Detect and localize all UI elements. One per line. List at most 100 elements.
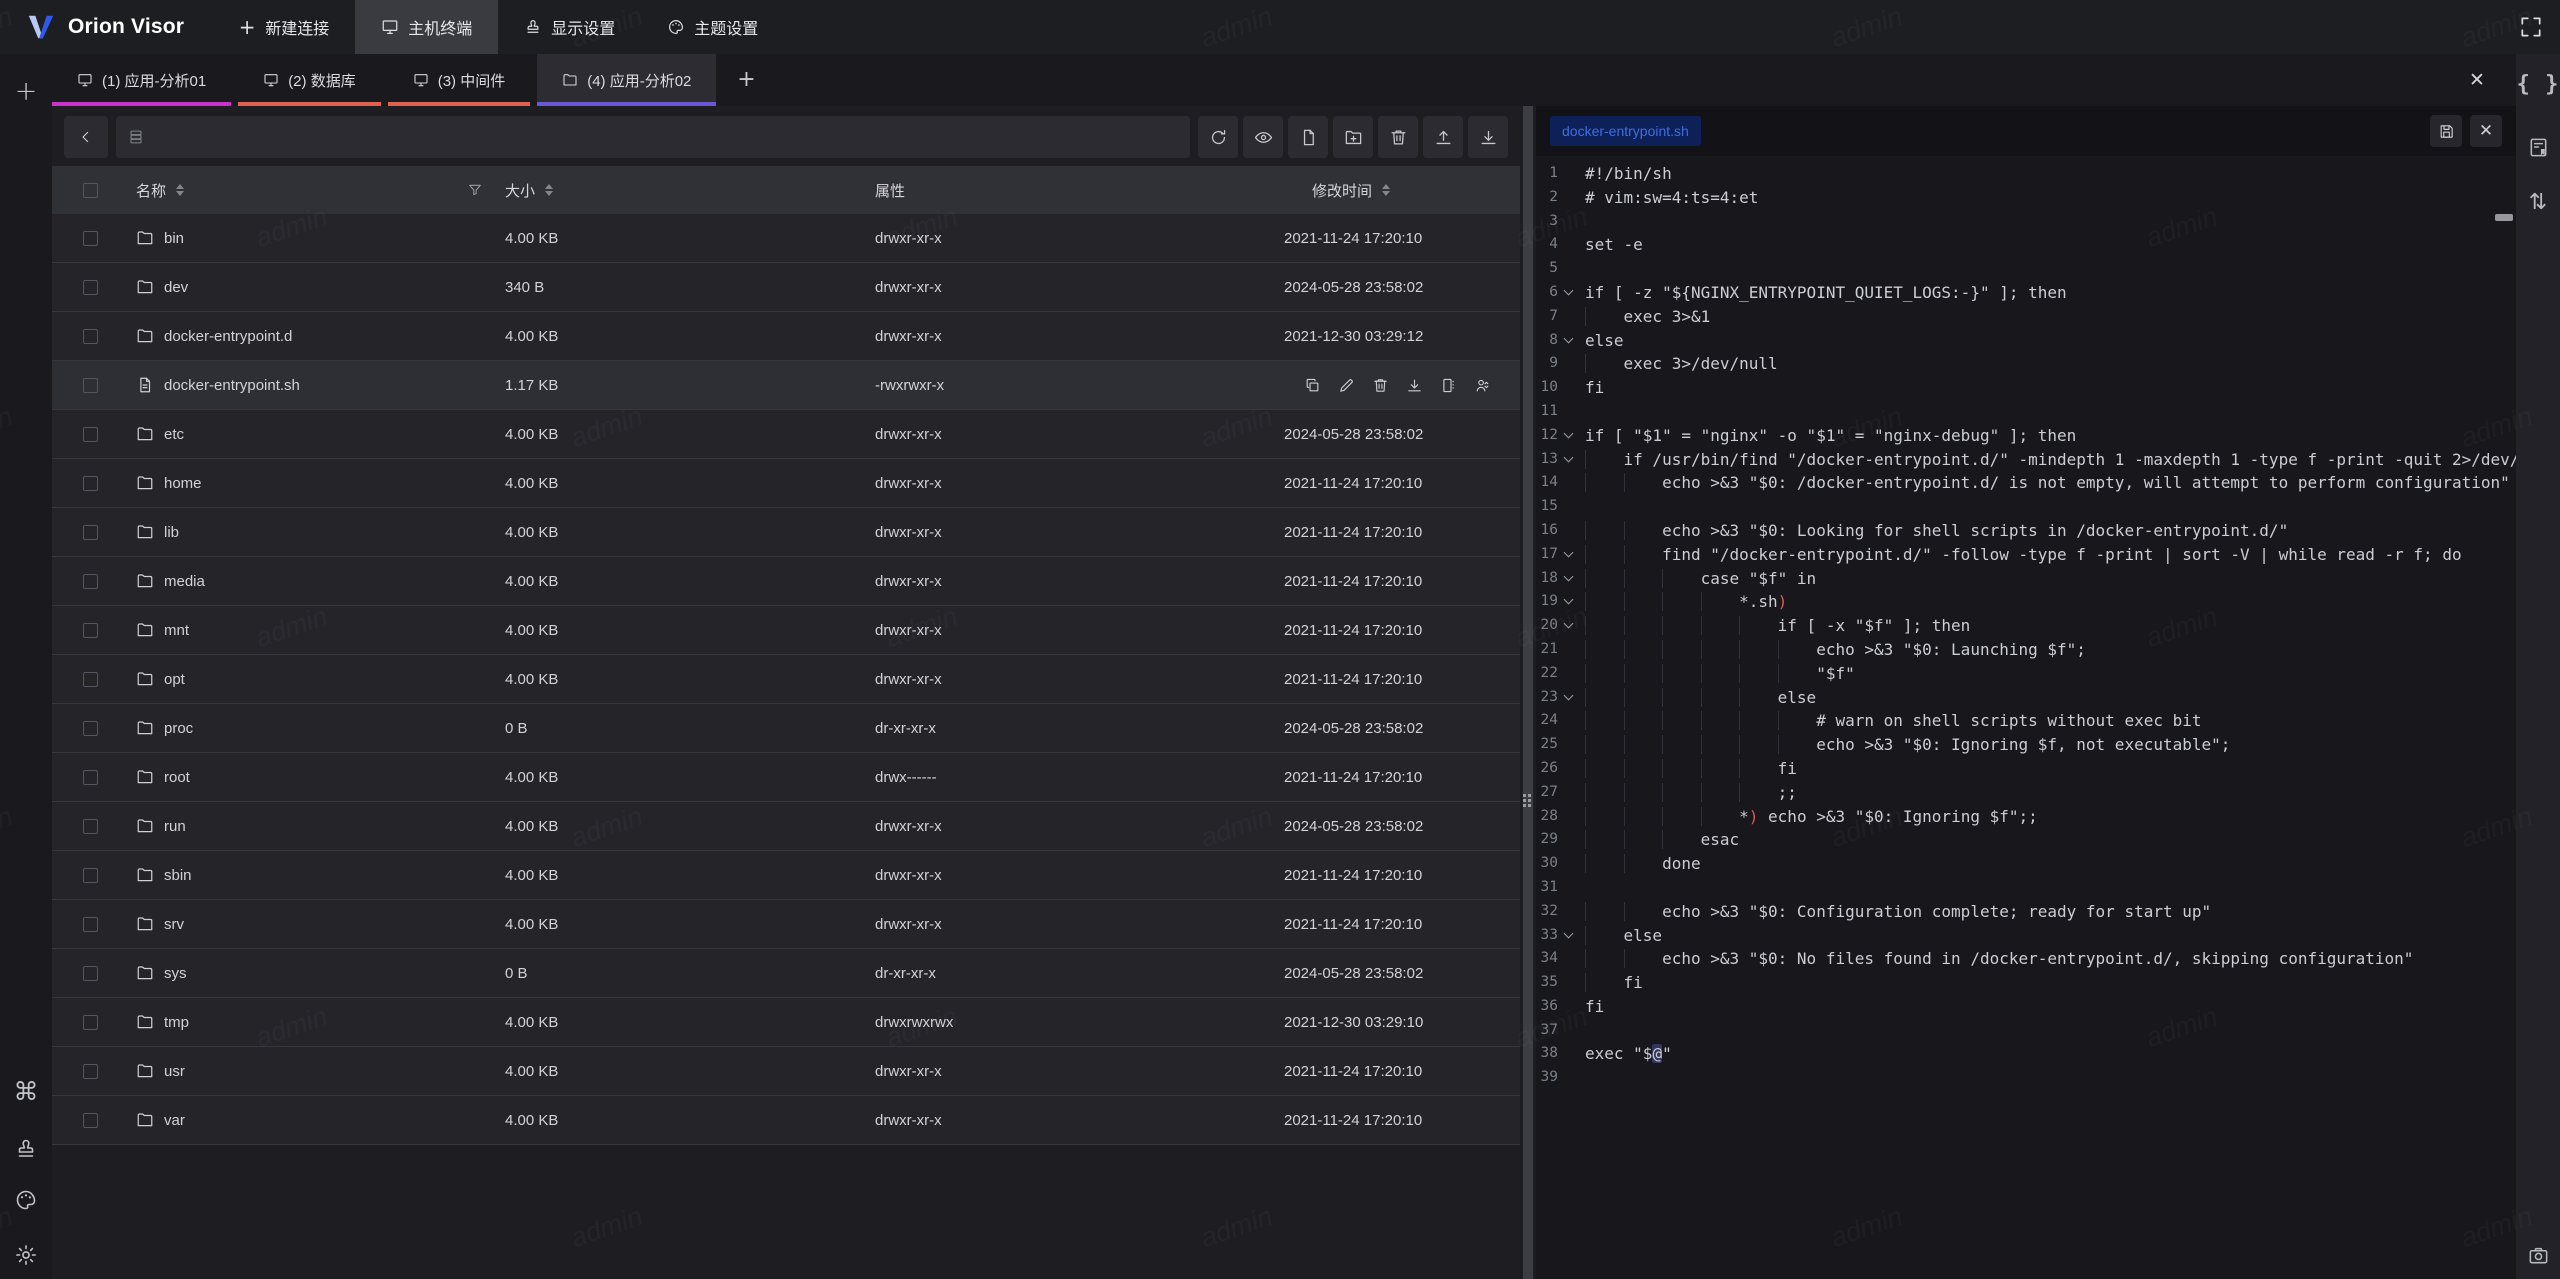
fullscreen-icon[interactable] (2518, 14, 2544, 40)
fold-icon[interactable] (1558, 686, 1584, 710)
row-checkbox[interactable] (83, 623, 98, 638)
path-input[interactable] (116, 116, 1190, 158)
fold-icon[interactable] (1558, 281, 1584, 305)
row-checkbox[interactable] (83, 770, 98, 785)
sidebar-item-settings[interactable] (0, 1240, 52, 1270)
filter-icon[interactable] (467, 182, 483, 198)
sidebar-item-json[interactable]: { } (2516, 70, 2560, 100)
refresh-button[interactable] (1198, 116, 1238, 158)
table-row[interactable]: home4.00 KBdrwxr-xr-x2021-11-24 17:20:10 (52, 459, 1520, 508)
nav-item-0[interactable]: +新建连接 (212, 0, 355, 54)
fold-icon[interactable] (1558, 590, 1584, 614)
table-row[interactable]: bin4.00 KBdrwxr-xr-x2021-11-24 17:20:10 (52, 214, 1520, 263)
copy-icon[interactable] (1304, 377, 1321, 394)
row-checkbox[interactable] (83, 1113, 98, 1128)
row-checkbox[interactable] (83, 476, 98, 491)
close-panel-button[interactable]: ✕ (2462, 65, 2492, 95)
table-row[interactable]: etc4.00 KBdrwxr-xr-x2024-05-28 23:58:02 (52, 410, 1520, 459)
row-checkbox[interactable] (83, 672, 98, 687)
nav-item-3[interactable]: 主题设置 (641, 0, 784, 54)
row-checkbox[interactable] (83, 1015, 98, 1030)
panel-resize-handle[interactable] (1523, 794, 1531, 807)
table-row[interactable]: sbin4.00 KBdrwxr-xr-x2021-11-24 17:20:10 (52, 851, 1520, 900)
table-row[interactable]: docker-entrypoint.sh1.17 KB-rwxrwxr-x (52, 361, 1520, 410)
sort-icon[interactable] (1382, 184, 1390, 196)
folder-icon (136, 572, 154, 590)
edit-icon[interactable] (1338, 377, 1355, 394)
terminal-tab-1[interactable]: (1) 应用-分析01 (52, 54, 231, 106)
table-row[interactable]: proc0 Bdr-xr-xr-x2024-05-28 23:58:02 (52, 704, 1520, 753)
row-checkbox[interactable] (83, 525, 98, 540)
table-row[interactable]: run4.00 KBdrwxr-xr-x2024-05-28 23:58:02 (52, 802, 1520, 851)
fold-icon[interactable] (1558, 614, 1584, 638)
line-number: 6 (1536, 281, 1558, 305)
table-row[interactable]: docker-entrypoint.d4.00 KBdrwxr-xr-x2021… (52, 312, 1520, 361)
table-row[interactable]: sys0 Bdr-xr-xr-x2024-05-28 23:58:02 (52, 949, 1520, 998)
sort-icon[interactable] (176, 184, 184, 196)
table-row[interactable]: tmp4.00 KBdrwxrwxrwx2021-12-30 03:29:10 (52, 998, 1520, 1047)
row-checkbox[interactable] (83, 966, 98, 981)
preview-button[interactable] (1243, 116, 1283, 158)
sidebar-item-bookmarks[interactable] (2516, 132, 2560, 162)
sidebar-item-screenshot[interactable] (2516, 1240, 2560, 1270)
row-checkbox[interactable] (83, 917, 98, 932)
new-folder-button[interactable] (1333, 116, 1373, 158)
table-row[interactable]: usr4.00 KBdrwxr-xr-x2021-11-24 17:20:10 (52, 1047, 1520, 1096)
table-row[interactable]: lib4.00 KBdrwxr-xr-x2021-11-24 17:20:10 (52, 508, 1520, 557)
terminal-tab-4[interactable]: (4) 应用-分析02 (537, 54, 716, 106)
editor-file-chip[interactable]: docker-entrypoint.sh (1550, 116, 1701, 146)
fold-icon[interactable] (1558, 329, 1584, 353)
fold-icon[interactable] (1558, 543, 1584, 567)
table-row[interactable]: var4.00 KBdrwxr-xr-x2021-11-24 17:20:10 (52, 1096, 1520, 1145)
permission-icon[interactable] (1474, 377, 1491, 394)
nav-item-1[interactable]: 主机终端 (355, 0, 498, 54)
row-checkbox[interactable] (83, 721, 98, 736)
fold-icon[interactable] (1558, 424, 1584, 448)
upload-button[interactable] (1423, 116, 1463, 158)
file-name: var (164, 1112, 185, 1129)
fold-icon[interactable] (1558, 924, 1584, 948)
terminal-tab-2[interactable]: (2) 数据库 (238, 54, 381, 106)
line-number: 14 (1536, 471, 1558, 495)
editor-close-button[interactable]: ✕ (2470, 115, 2502, 147)
row-checkbox[interactable] (83, 868, 98, 883)
table-row[interactable]: mnt4.00 KBdrwxr-xr-x2021-11-24 17:20:10 (52, 606, 1520, 655)
row-checkbox[interactable] (83, 231, 98, 246)
row-checkbox[interactable] (83, 378, 98, 393)
move-icon[interactable] (1440, 377, 1457, 394)
row-checkbox[interactable] (83, 280, 98, 295)
new-file-button[interactable] (1288, 116, 1328, 158)
row-checkbox[interactable] (83, 819, 98, 834)
sidebar-item-transfer[interactable]: ⇅ (2516, 188, 2560, 218)
download-icon[interactable] (1406, 377, 1423, 394)
code-editor[interactable]: 1#!/bin/sh2# vim:sw=4:ts=4:et34set -e56i… (1536, 156, 2516, 1090)
download-button[interactable] (1468, 116, 1508, 158)
nav-item-2[interactable]: 显示设置 (498, 0, 641, 54)
table-row[interactable]: media4.00 KBdrwxr-xr-x2021-11-24 17:20:1… (52, 557, 1520, 606)
select-all-checkbox[interactable] (83, 183, 98, 198)
sort-icon[interactable] (545, 184, 553, 196)
terminal-tab-3[interactable]: (3) 中间件 (388, 54, 531, 106)
row-checkbox[interactable] (83, 1064, 98, 1079)
delete-icon[interactable] (1372, 377, 1389, 394)
sidebar-item-shortcuts[interactable]: ⌘ (0, 1076, 52, 1106)
delete-button[interactable] (1378, 116, 1418, 158)
fold-icon[interactable] (1558, 567, 1584, 591)
row-checkbox[interactable] (83, 329, 98, 344)
table-row[interactable]: srv4.00 KBdrwxr-xr-x2021-11-24 17:20:10 (52, 900, 1520, 949)
sidebar-item-display-settings[interactable] (0, 1134, 52, 1164)
table-row[interactable]: root4.00 KBdrwx------2021-11-24 17:20:10 (52, 753, 1520, 802)
add-tab-button[interactable]: + (723, 54, 769, 106)
fold-icon[interactable] (1558, 448, 1584, 472)
row-checkbox[interactable] (83, 574, 98, 589)
table-row[interactable]: opt4.00 KBdrwxr-xr-x2021-11-24 17:20:10 (52, 655, 1520, 704)
save-button[interactable] (2430, 115, 2462, 147)
back-button[interactable] (64, 116, 108, 158)
file-mtime: 2024-05-28 23:58:02 (1284, 818, 1504, 835)
table-row[interactable]: dev340 Bdrwxr-xr-x2024-05-28 23:58:02 (52, 263, 1520, 312)
new-connection-button[interactable]: + (0, 76, 52, 106)
brand[interactable]: Orion Visor (26, 12, 184, 42)
row-checkbox[interactable] (83, 427, 98, 442)
editor-scrollbar[interactable] (2495, 214, 2513, 221)
sidebar-item-theme-settings[interactable] (0, 1185, 52, 1215)
